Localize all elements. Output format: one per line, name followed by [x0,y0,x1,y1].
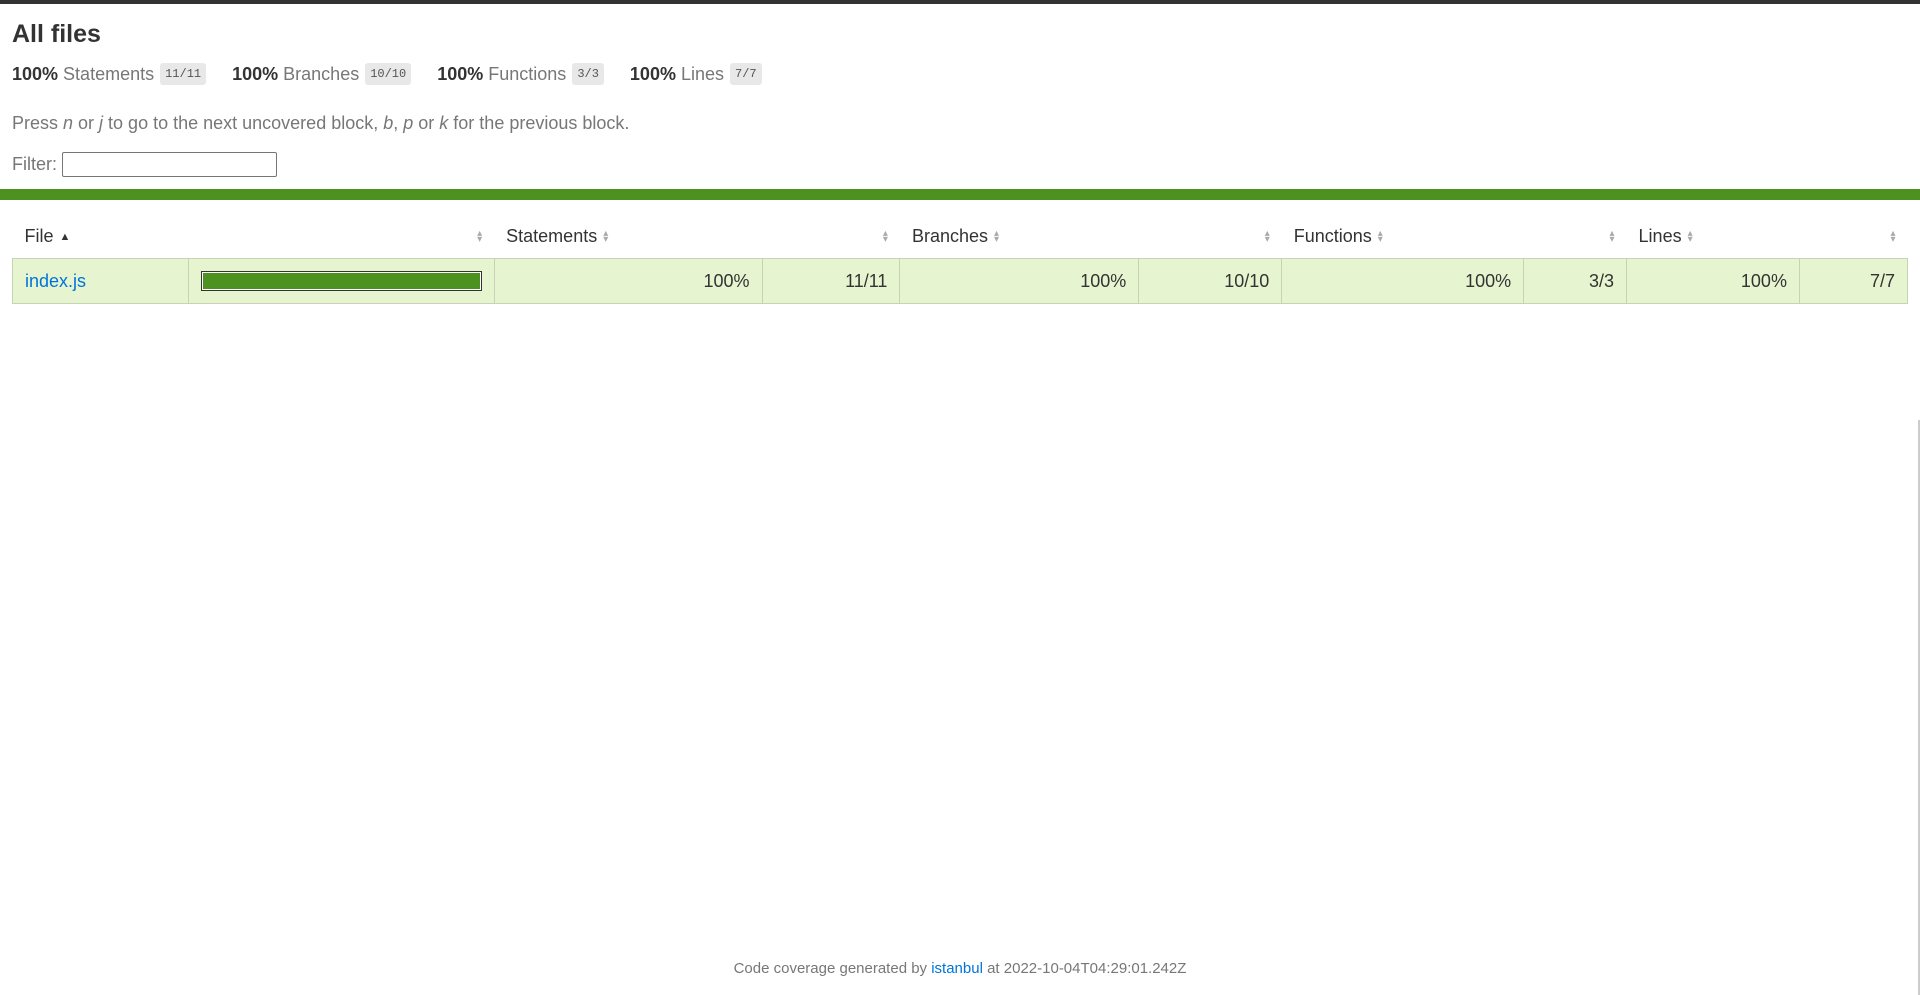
hint-key: n [63,113,74,133]
header-file-bar-sort[interactable]: ▴ ▾ [188,214,494,259]
filter-input[interactable] [62,152,277,177]
header-lines[interactable]: Lines ▴ ▾ [1627,214,1800,259]
summary-lines: 100% Lines 7/7 [630,63,762,85]
header-label: Branches [911,225,988,246]
statements-frac-cell: 11/11 [761,258,901,304]
hint-text: to go to the next uncovered block, [103,113,384,133]
table-section: File ▲ ▴ ▾ Statements ▴ ▾ ▴ ▾ Branches ▴ ▾ ▴ ▾ F… [0,200,1920,304]
table-row: index.js 100% 11/11 100% 10/10 100% 3/3 … [12,258,1909,304]
footer-suffix: at 2022-10-04T04:29:01.242Z [982,960,1187,977]
summary-label: Branches [283,63,360,84]
hint-text: , [393,113,404,133]
header-file[interactable]: File ▲ [13,214,189,259]
sort-asc-icon: ▲ [59,230,71,243]
header-label: Lines [1638,225,1682,246]
coverage-bar [200,271,482,291]
header-branches[interactable]: Branches ▴ ▾ [900,214,1139,259]
sort-icon: ▴ ▾ [1264,227,1270,245]
hint-text: or [413,113,440,133]
summary-pct: 100% [232,63,279,84]
summary-pct: 100% [12,63,59,84]
branches-pct-cell: 100% [899,258,1140,304]
lines-pct-cell: 100% [1626,258,1800,304]
page-title: All files [12,20,101,48]
header-label: Statements [506,225,598,246]
header-branches-raw-sort[interactable]: ▴ ▾ [1139,214,1282,259]
file-link[interactable]: index.js [25,271,86,291]
coverage-bar-cell [187,258,495,304]
sort-icon: ▴ ▾ [1609,227,1615,245]
summary-row: 100% Statements 11/11 100% Branches 10/1… [12,61,1908,87]
header-label: File [24,225,54,246]
keyboard-hint: Press n or j to go to the next uncovered… [12,111,1908,135]
summary-label: Lines [680,63,724,84]
header-statements-raw-sort[interactable]: ▴ ▾ [762,214,900,259]
istanbul-link[interactable]: istanbul [931,960,983,977]
summary-label: Statements [63,63,155,84]
summary-statements: 100% Statements 11/11 [12,63,207,85]
table-header-row: File ▲ ▴ ▾ Statements ▴ ▾ ▴ ▾ Branches ▴ ▾ ▴ ▾ F… [13,214,1908,259]
header-functions[interactable]: Functions ▴ ▾ [1282,214,1524,259]
summary-fraction: 11/11 [160,63,207,85]
footer-prefix: Code coverage generated by [733,960,932,977]
functions-frac-cell: 3/3 [1523,258,1628,304]
hint-key: p [403,113,414,133]
header-statements[interactable]: Statements ▴ ▾ [494,214,762,259]
filter-label: Filter: [12,154,57,174]
branches-frac-cell: 10/10 [1138,258,1283,304]
header-label: Functions [1293,225,1372,246]
lines-frac-cell: 7/7 [1798,258,1909,304]
hint-key: k [439,113,449,133]
summary-pct: 100% [629,63,676,84]
sort-icon: ▴ ▾ [882,227,888,245]
file-cell: index.js [12,258,189,304]
hint-text: or [73,113,100,133]
footer: Code coverage generated by istanbul at 2… [0,960,1920,977]
header-section: All files 100% Statements 11/11 100% Bra… [0,4,1920,177]
sort-icon: ▴ ▾ [477,227,483,245]
summary-branches: 100% Branches 10/10 [232,63,412,85]
summary-pct: 100% [437,63,484,84]
header-functions-raw-sort[interactable]: ▴ ▾ [1524,214,1627,259]
sort-icon: ▴ ▾ [1377,227,1383,245]
hint-text: for the previous block. [448,113,630,133]
header-lines-raw-sort[interactable]: ▴ ▾ [1799,214,1907,259]
statements-pct-cell: 100% [493,258,763,304]
hint-text: Press [12,113,64,133]
coverage-bar-fill [202,273,480,289]
coverage-table: File ▲ ▴ ▾ Statements ▴ ▾ ▴ ▾ Branches ▴ ▾ ▴ ▾ F… [12,214,1909,304]
coverage-status-bar [0,189,1920,200]
summary-fraction: 10/10 [365,63,412,85]
summary-functions: 100% Functions 3/3 [437,63,604,85]
summary-fraction: 3/3 [572,63,604,85]
functions-pct-cell: 100% [1281,258,1525,304]
filter-row: Filter: [12,152,1908,177]
sort-icon: ▴ ▾ [603,227,609,245]
sort-icon: ▴ ▾ [1687,227,1693,245]
summary-label: Functions [488,63,567,84]
hint-key: b [383,113,394,133]
sort-icon: ▴ ▾ [1890,227,1896,245]
sort-icon: ▴ ▾ [993,227,1000,245]
summary-fraction: 7/7 [730,63,762,85]
